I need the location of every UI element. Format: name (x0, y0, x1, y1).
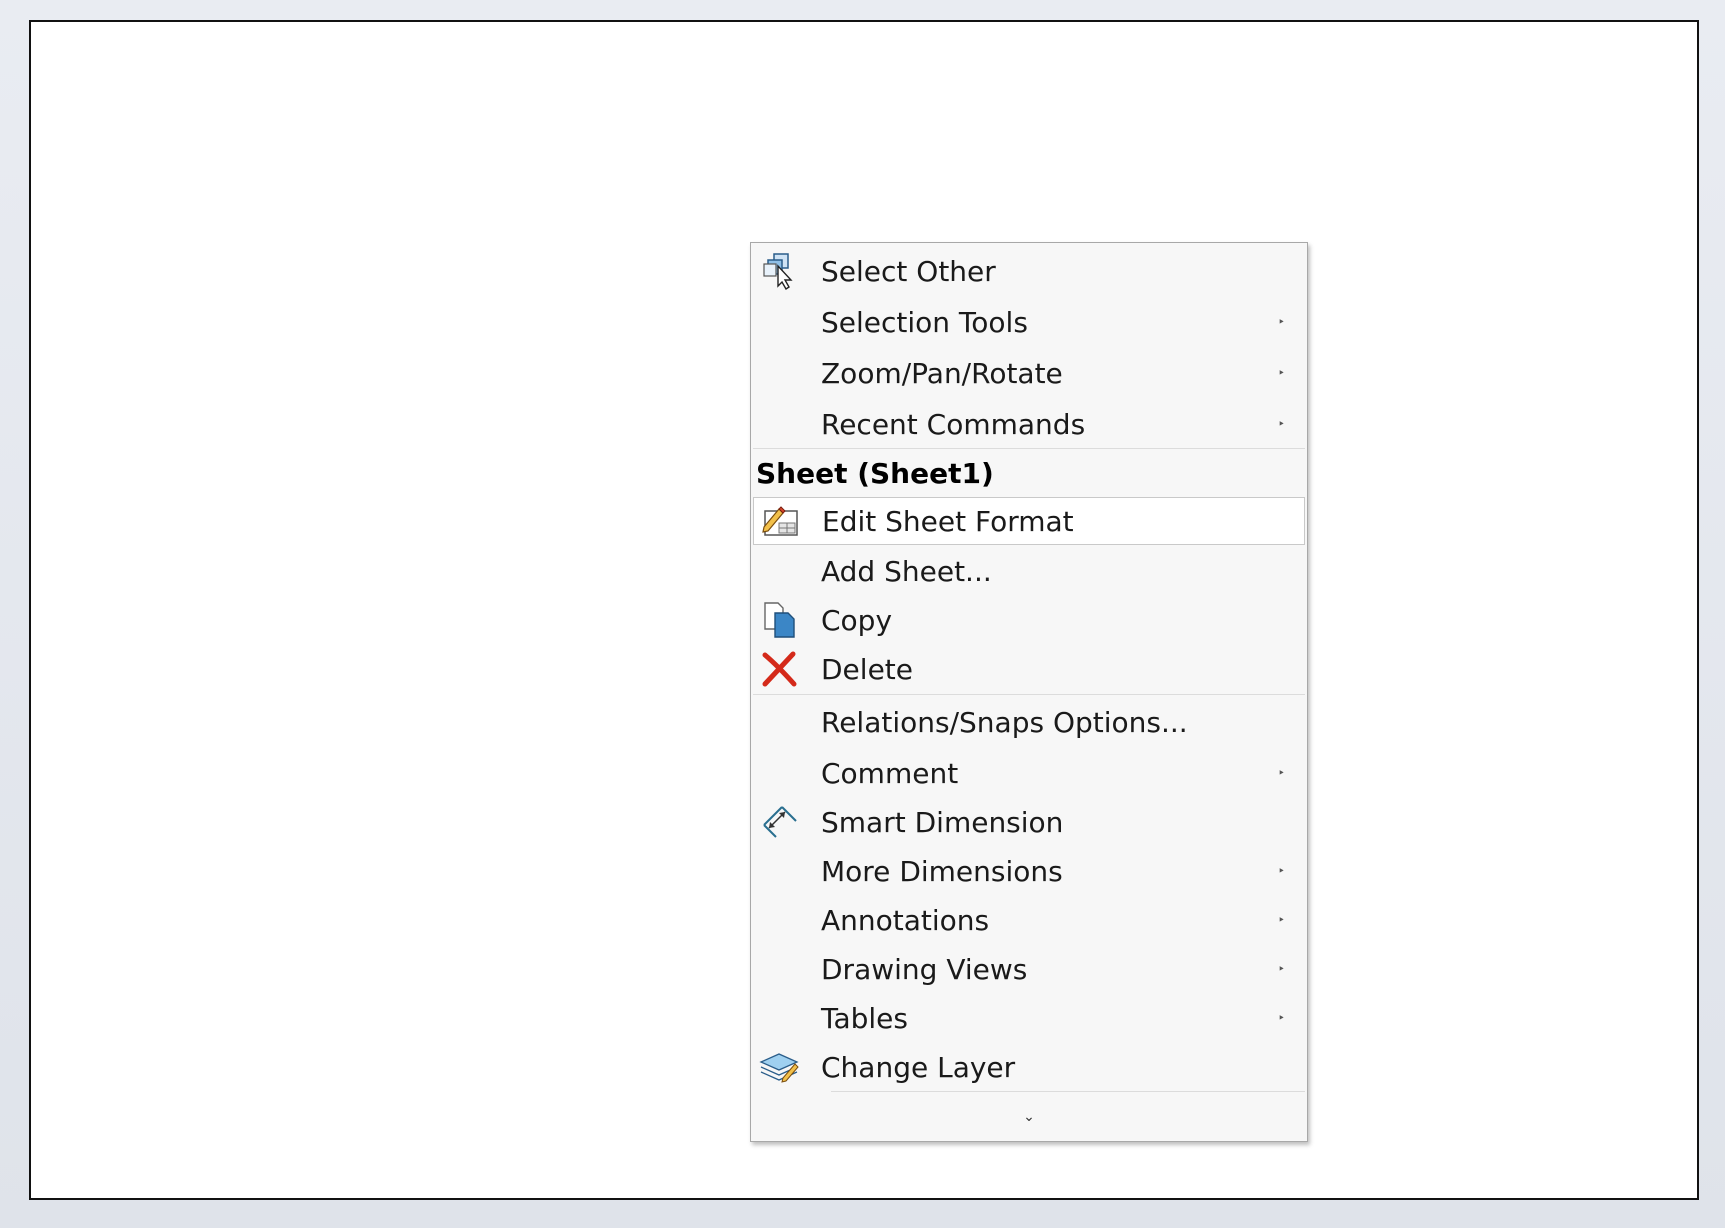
select-other-icon (759, 251, 799, 291)
submenu-arrow-icon: ‣ (1277, 1011, 1285, 1025)
menu-item-label: Delete (821, 652, 913, 686)
menu-item-add-sheet[interactable]: Add Sheet... (753, 547, 1305, 595)
menu-item-label: Zoom/Pan/Rotate (821, 356, 1063, 390)
submenu-arrow-icon: ‣ (1277, 962, 1285, 976)
menu-item-more-dimensions[interactable]: More Dimensions ‣ (753, 847, 1305, 895)
menu-item-label: Selection Tools (821, 305, 1028, 339)
menu-separator (831, 1091, 1305, 1092)
menu-item-select-other[interactable]: Select Other (753, 247, 1305, 295)
menu-item-label: Change Layer (821, 1050, 1016, 1084)
menu-item-label: Relations/Snaps Options... (821, 705, 1188, 739)
menu-item-copy[interactable]: Copy (753, 596, 1305, 644)
submenu-arrow-icon: ‣ (1277, 913, 1285, 927)
menu-item-selection-tools[interactable]: Selection Tools ‣ (753, 298, 1305, 346)
menu-item-label: Add Sheet... (821, 554, 992, 588)
menu-separator (753, 694, 1305, 695)
menu-item-label: Recent Commands (821, 407, 1086, 441)
context-menu: Select Other Selection Tools ‣ Zoom/Pan/… (750, 242, 1308, 1142)
menu-item-label: Copy (821, 603, 893, 637)
edit-sheet-format-icon (760, 501, 800, 541)
menu-item-delete[interactable]: Delete (753, 645, 1305, 693)
section-header-sheet: Sheet (Sheet1) (756, 457, 994, 490)
menu-item-label: Drawing Views (821, 952, 1028, 986)
submenu-arrow-icon: ‣ (1277, 315, 1285, 329)
submenu-arrow-icon: ‣ (1277, 366, 1285, 380)
submenu-arrow-icon: ‣ (1277, 766, 1285, 780)
submenu-arrow-icon: ‣ (1277, 417, 1285, 431)
menu-item-label: Select Other (821, 254, 996, 288)
change-layer-icon (759, 1047, 799, 1087)
menu-item-label: Edit Sheet Format (822, 504, 1074, 538)
smart-dimension-icon (759, 802, 799, 842)
menu-item-annotations[interactable]: Annotations ‣ (753, 896, 1305, 944)
menu-item-label: More Dimensions (821, 854, 1063, 888)
menu-item-label: Annotations (821, 903, 990, 937)
menu-item-edit-sheet-format[interactable]: Edit Sheet Format (753, 497, 1305, 545)
menu-item-relations-snaps-options[interactable]: Relations/Snaps Options... (753, 698, 1305, 746)
submenu-arrow-icon: ‣ (1277, 864, 1285, 878)
delete-icon (759, 649, 799, 689)
menu-item-label: Tables (821, 1001, 908, 1035)
menu-item-label: Smart Dimension (821, 805, 1064, 839)
menu-item-comment[interactable]: Comment ‣ (753, 749, 1305, 797)
menu-item-zoom-pan-rotate[interactable]: Zoom/Pan/Rotate ‣ (753, 349, 1305, 397)
expand-menu-icon[interactable]: ⌄ (751, 1109, 1307, 1125)
menu-item-recent-commands[interactable]: Recent Commands ‣ (753, 400, 1305, 448)
copy-icon (759, 600, 799, 640)
menu-item-smart-dimension[interactable]: Smart Dimension (753, 798, 1305, 846)
menu-item-label: Comment (821, 756, 959, 790)
menu-item-drawing-views[interactable]: Drawing Views ‣ (753, 945, 1305, 993)
menu-separator (753, 448, 1305, 449)
menu-item-tables[interactable]: Tables ‣ (753, 994, 1305, 1042)
menu-item-change-layer[interactable]: Change Layer (753, 1043, 1305, 1091)
